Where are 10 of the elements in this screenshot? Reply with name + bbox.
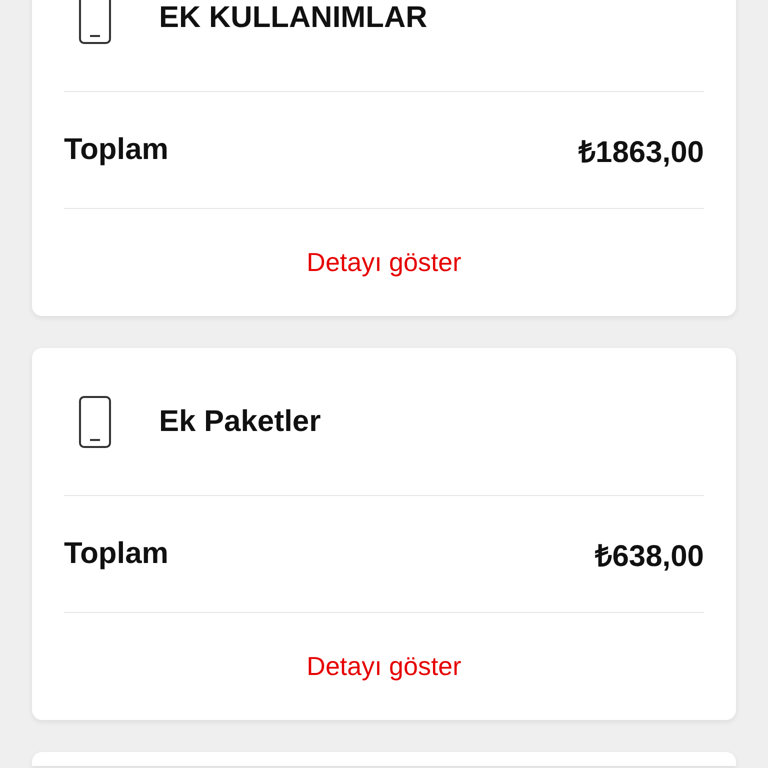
phone-icon (79, 0, 111, 44)
show-details-link[interactable]: Detayı göster (306, 247, 462, 278)
total-label: Toplam (64, 537, 168, 571)
total-amount: ₺638,00 (595, 538, 704, 574)
total-label: Toplam (64, 133, 168, 167)
total-amount: ₺1863,00 (578, 134, 704, 170)
phone-icon (79, 396, 111, 448)
card-title: EK KULLANIMLAR (159, 0, 428, 34)
show-details-link[interactable]: Detayı göster (306, 651, 462, 682)
card-title: Ek Paketler (159, 404, 321, 438)
